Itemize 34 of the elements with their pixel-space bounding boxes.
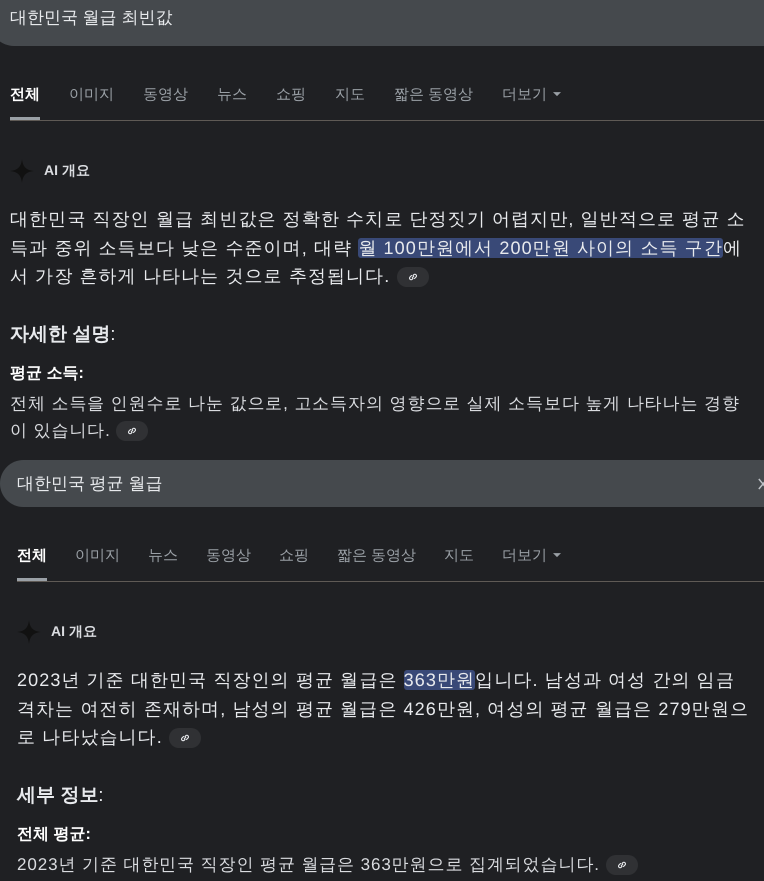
- tab[interactable]: 더보기: [502, 80, 562, 120]
- link-button[interactable]: [116, 421, 148, 442]
- caret-icon: [553, 92, 562, 97]
- tab[interactable]: 동영상: [143, 80, 188, 120]
- section-heading: 자세한 설명:: [10, 322, 117, 346]
- link-button[interactable]: [169, 728, 202, 748]
- summary-text: 대한민국 직장인 월급 최빈값은 정확한 수치로 단정짓기 어렵지만, 일반적으로 평균 소득과 중위 소득보다 낮은 수준이며, 대략 월 100만원에서 200만원 사이의 소득 구간에서 가장 흔하게 나타나는 것으로 추정됩니다.: [10, 208, 747, 290]
- tab[interactable]: 이미지: [69, 80, 114, 120]
- detail-text: 2023년 기준 대한민국 직장인 평균 월급은 363만원으로 집계되었습니다.: [17, 850, 756, 878]
- tab[interactable]: 더보기: [502, 541, 562, 581]
- tab[interactable]: 짧은 동영상: [337, 541, 416, 581]
- tab[interactable]: 전체: [10, 80, 40, 120]
- tab[interactable]: 전체: [17, 541, 47, 581]
- term-label: 전체 평균:: [17, 824, 92, 844]
- summary-text: 2023년 기준 대한민국 직장인의 평균 월급은 363만원 입니다. 남성과 여성 간의 임금 격차는 여전히 존재하며, 남성의 평균 월급은 426만원, 여성의 평균 월급은 279만원으로 나타났습니다.: [17, 669, 750, 750]
- tab[interactable]: 지도: [335, 80, 365, 120]
- detail-text: 전체 소득을 인원수로 나눈 값으로, 고소득자의 영향으로 실제 소득보다 높게 나타나는 경향이 있습니다.: [10, 392, 741, 444]
- tab[interactable]: 동영상: [206, 541, 251, 581]
- tab[interactable]: 지도: [444, 541, 474, 581]
- term-label: 평균 소득:: [10, 364, 85, 384]
- search-field[interactable]: 대한민국 월급 최빈값: [0, 0, 764, 46]
- tab[interactable]: 짧은 동영상: [394, 80, 474, 120]
- caret-icon: [553, 553, 562, 558]
- tab[interactable]: 이미지: [75, 541, 120, 581]
- tab[interactable]: 쇼핑: [276, 80, 306, 120]
- tab[interactable]: 뉴스: [217, 80, 247, 120]
- ai-overview-label: AI 개요: [51, 623, 97, 641]
- tab[interactable]: 쇼핑: [279, 541, 309, 581]
- section-heading: 세부 정보:: [17, 784, 105, 808]
- search-field[interactable]: 대한민국 평균 월급: [0, 460, 764, 507]
- link-button[interactable]: [396, 267, 429, 288]
- tab[interactable]: 뉴스: [148, 541, 178, 581]
- ai-overview-label: AI 개요: [44, 162, 90, 180]
- link-button[interactable]: [606, 855, 638, 876]
